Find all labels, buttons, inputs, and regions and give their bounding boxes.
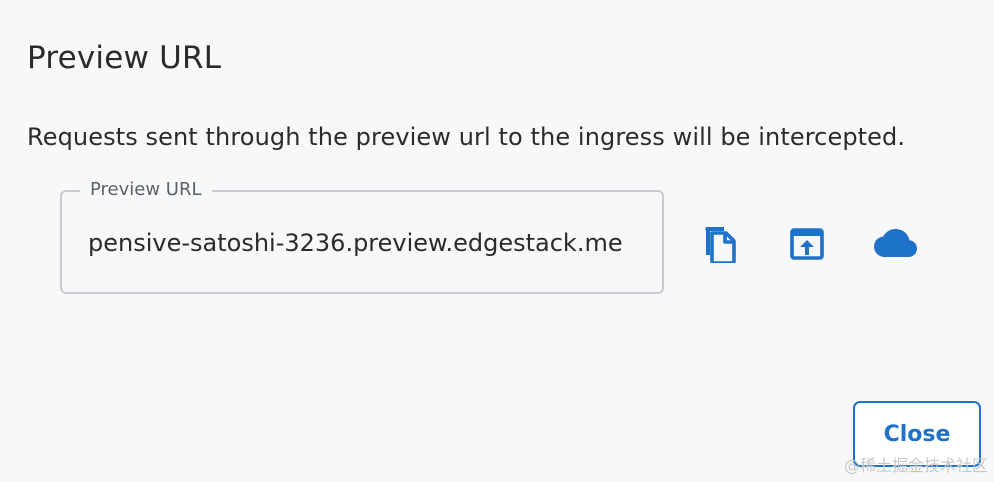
preview-url-value[interactable]: pensive-satoshi-3236.preview.edgestack.m… [88,226,638,260]
dialog-title: Preview URL [27,40,222,76]
dialog-message: Requests sent through the preview url to… [27,123,906,151]
preview-url-label: Preview URL [80,178,212,202]
open-in-browser-icon [790,228,824,260]
open-preview-button[interactable] [785,222,829,266]
cloud-icon [874,229,917,257]
copy-button[interactable] [696,222,740,266]
watermark: @稀土掘金技术社区 [843,456,988,475]
copy-icon [705,227,736,263]
preview-url-field[interactable]: Preview URL pensive-satoshi-3236.preview… [60,178,664,294]
cloud-button[interactable] [874,222,918,266]
